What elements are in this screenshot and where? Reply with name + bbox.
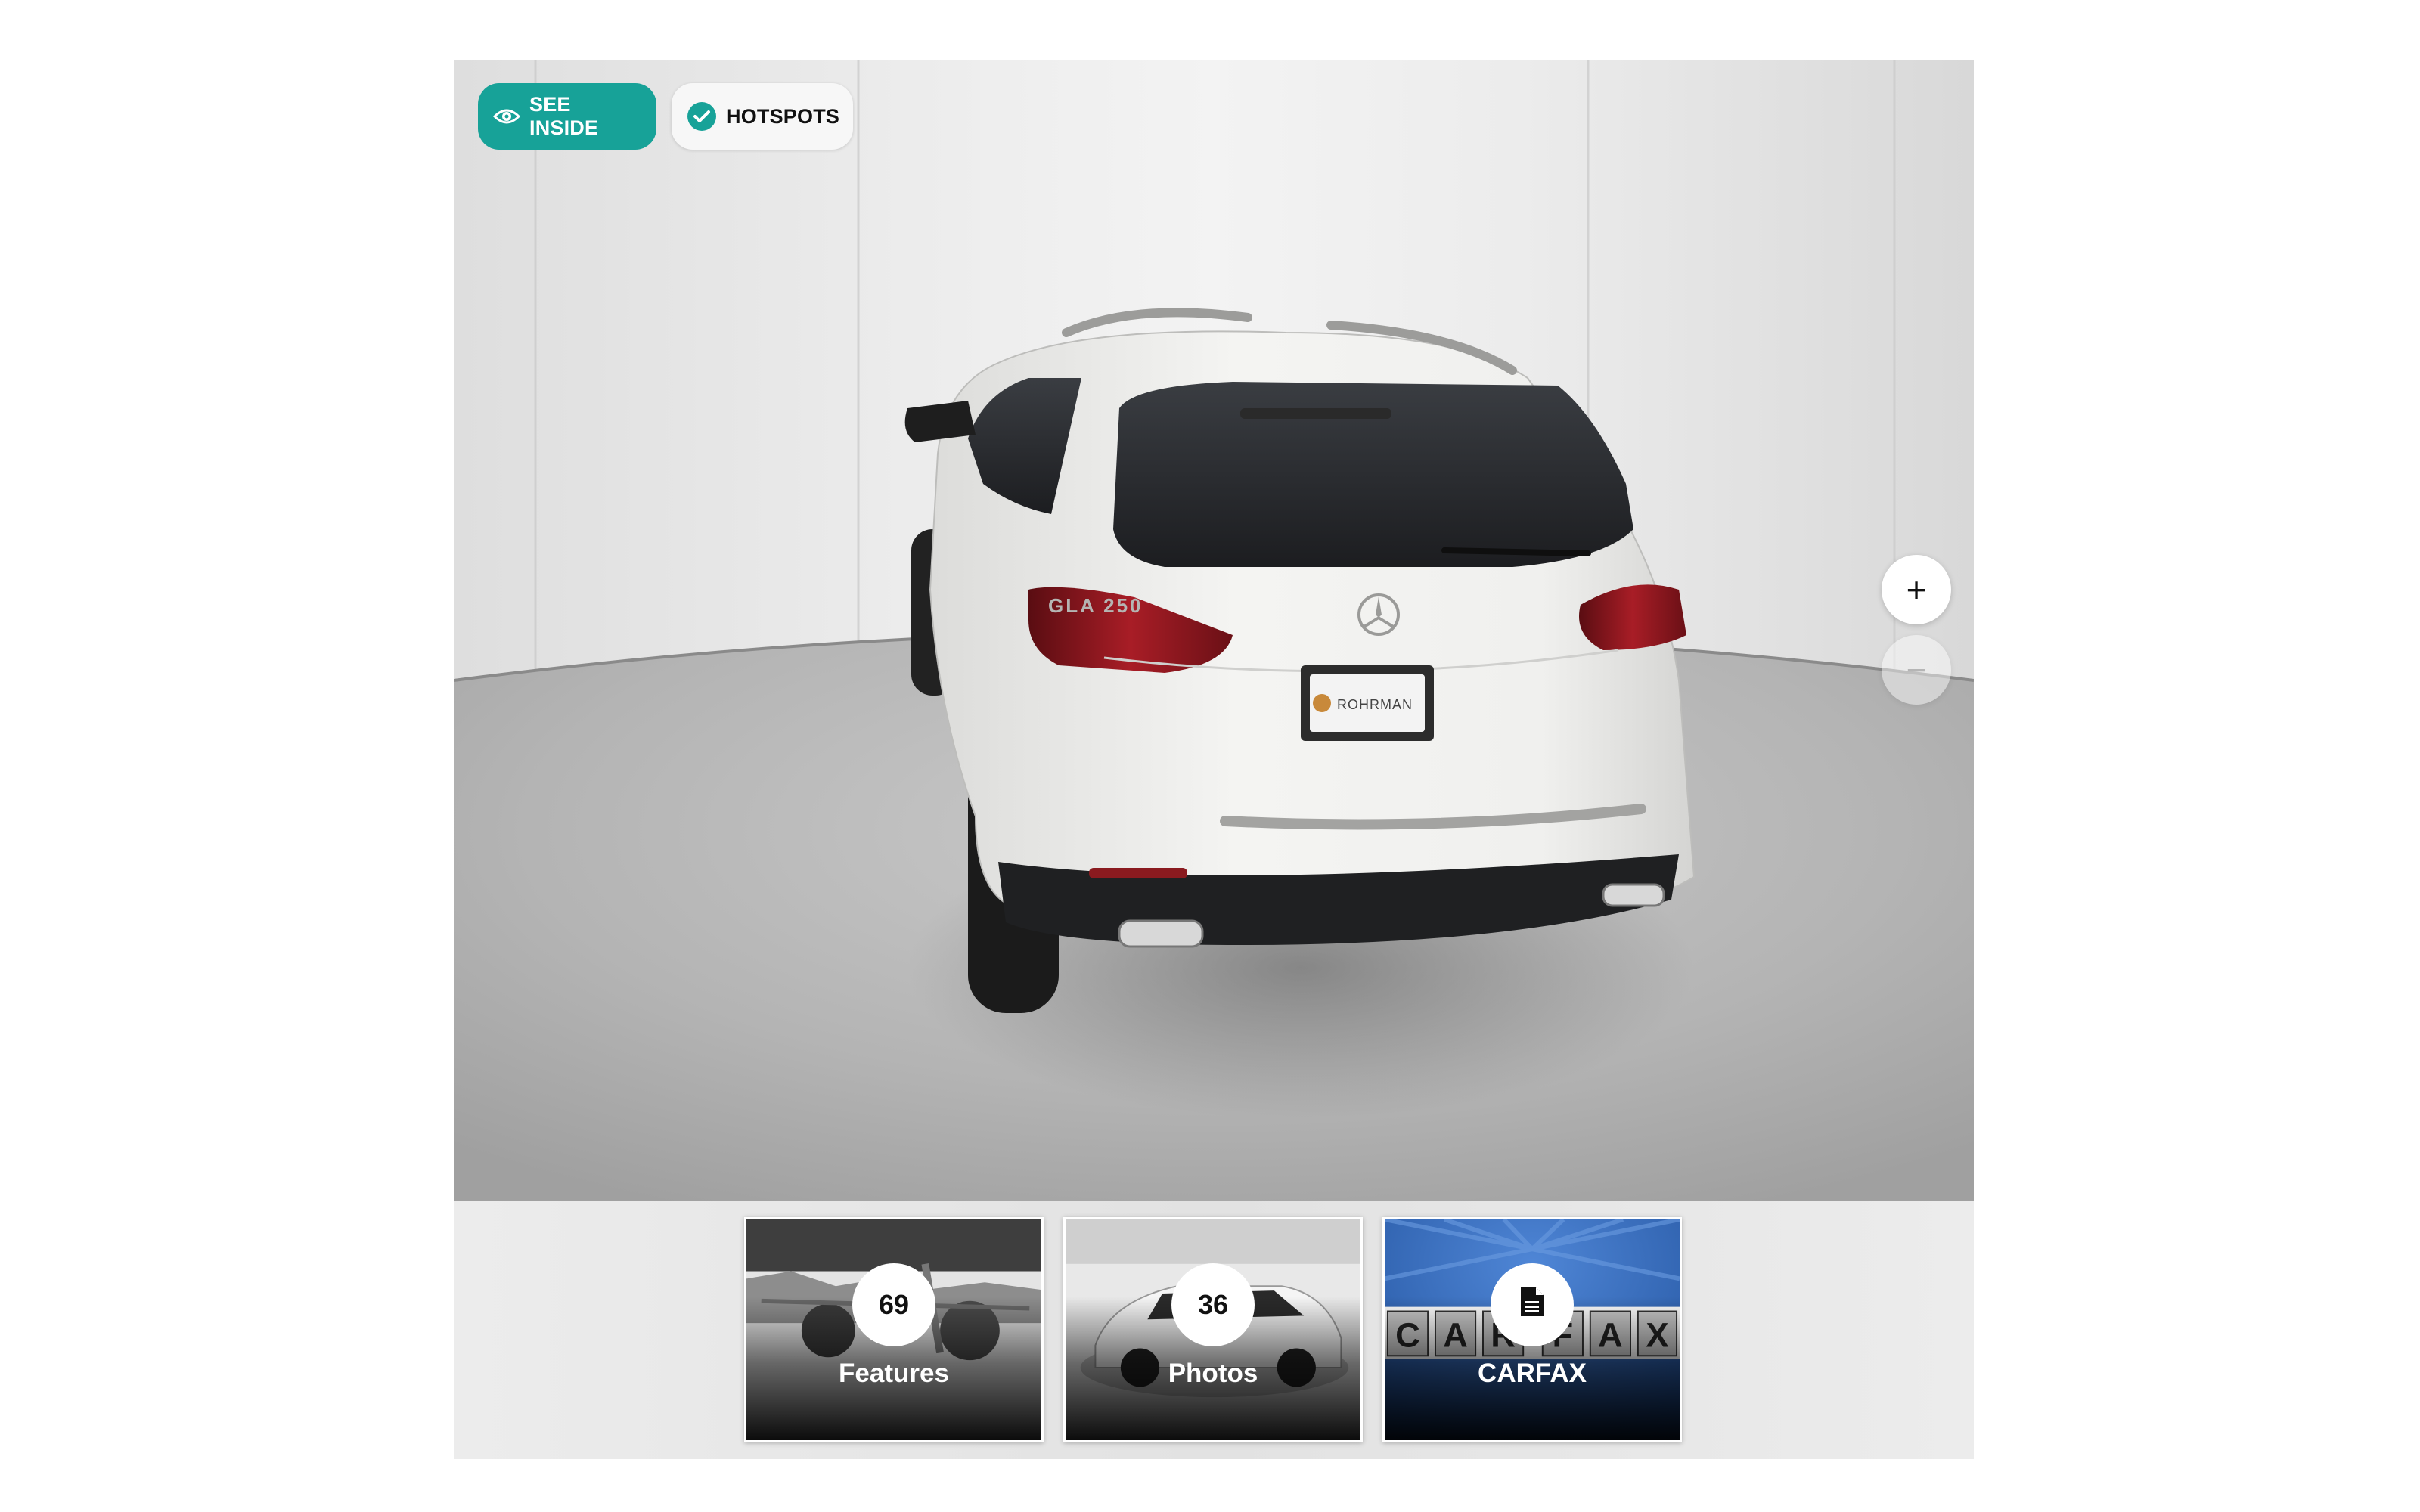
media-tiles-bar: 69 Features 36 Photos CARFAX	[454, 1201, 1974, 1459]
eye-icon	[493, 107, 520, 125]
hotspots-toggle[interactable]: HOTSPOTS	[672, 83, 853, 150]
vehicle-360-viewer[interactable]: GLA 250 ROHRMAN SEE INSIDE HOTSPOTS + −	[454, 60, 1974, 1201]
features-count-badge: 69	[852, 1263, 935, 1346]
check-circle-icon	[687, 101, 717, 132]
vehicle-360-image[interactable]: GLA 250 ROHRMAN	[454, 60, 1974, 1201]
photos-tile[interactable]: 36 Photos	[1063, 1217, 1363, 1442]
features-label: Features	[839, 1359, 949, 1388]
carfax-report-badge	[1491, 1263, 1574, 1346]
hotspots-label: HOTSPOTS	[726, 104, 840, 128]
features-tile[interactable]: 69 Features	[744, 1217, 1044, 1442]
document-icon	[1519, 1286, 1545, 1325]
zoom-in-button[interactable]: +	[1882, 555, 1951, 624]
zoom-out-button[interactable]: −	[1882, 635, 1951, 705]
svg-text:ROHRMAN: ROHRMAN	[1337, 697, 1413, 712]
carfax-label: CARFAX	[1478, 1359, 1587, 1388]
photos-count-badge: 36	[1171, 1263, 1255, 1346]
svg-text:GLA 250: GLA 250	[1048, 594, 1143, 617]
see-inside-button[interactable]: SEE INSIDE	[478, 83, 656, 150]
carfax-tile[interactable]: C A R F A X CARFAX	[1382, 1217, 1682, 1442]
photos-label: Photos	[1168, 1359, 1258, 1388]
see-inside-label: SEE INSIDE	[529, 93, 599, 139]
